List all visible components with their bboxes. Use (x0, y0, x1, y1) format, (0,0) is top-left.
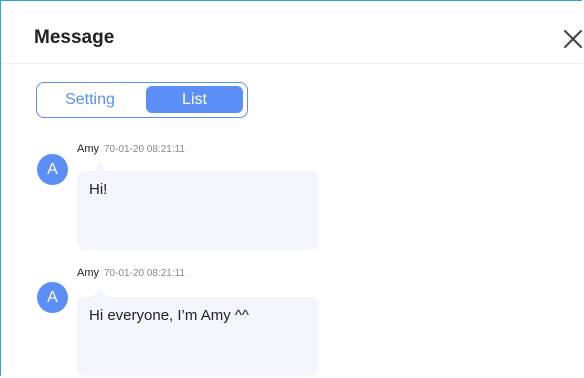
message-meta: Amy 70-01-20 08:21:11 (77, 143, 185, 155)
avatar: A (37, 154, 68, 185)
message-meta: Amy 70-01-20 08:21:11 (77, 267, 185, 279)
dialog-title: Message (34, 27, 115, 48)
tab-switcher: Setting List (36, 82, 248, 118)
sender-name: Amy (77, 267, 99, 279)
avatar: A (37, 282, 68, 313)
dialog-header: Message (1, 1, 582, 64)
message-timestamp: 70-01-20 08:21:11 (104, 144, 185, 155)
tab-setting[interactable]: Setting (40, 86, 140, 113)
sender-name: Amy (77, 143, 99, 155)
message-timestamp: 70-01-20 08:21:11 (104, 268, 185, 279)
bubble-tail (93, 162, 107, 171)
message-text: Hi everyone, I’m Amy ^^ (89, 307, 249, 324)
message-bubble: Hi! (77, 171, 319, 250)
message-bubble: Hi everyone, I’m Amy ^^ (77, 297, 319, 376)
close-icon[interactable] (563, 29, 582, 49)
tab-list[interactable]: List (146, 86, 243, 113)
bubble-tail (93, 288, 107, 297)
message-dialog: Message Setting List Amy 70-01-20 08:21:1… (0, 0, 582, 376)
message-text: Hi! (89, 181, 108, 198)
